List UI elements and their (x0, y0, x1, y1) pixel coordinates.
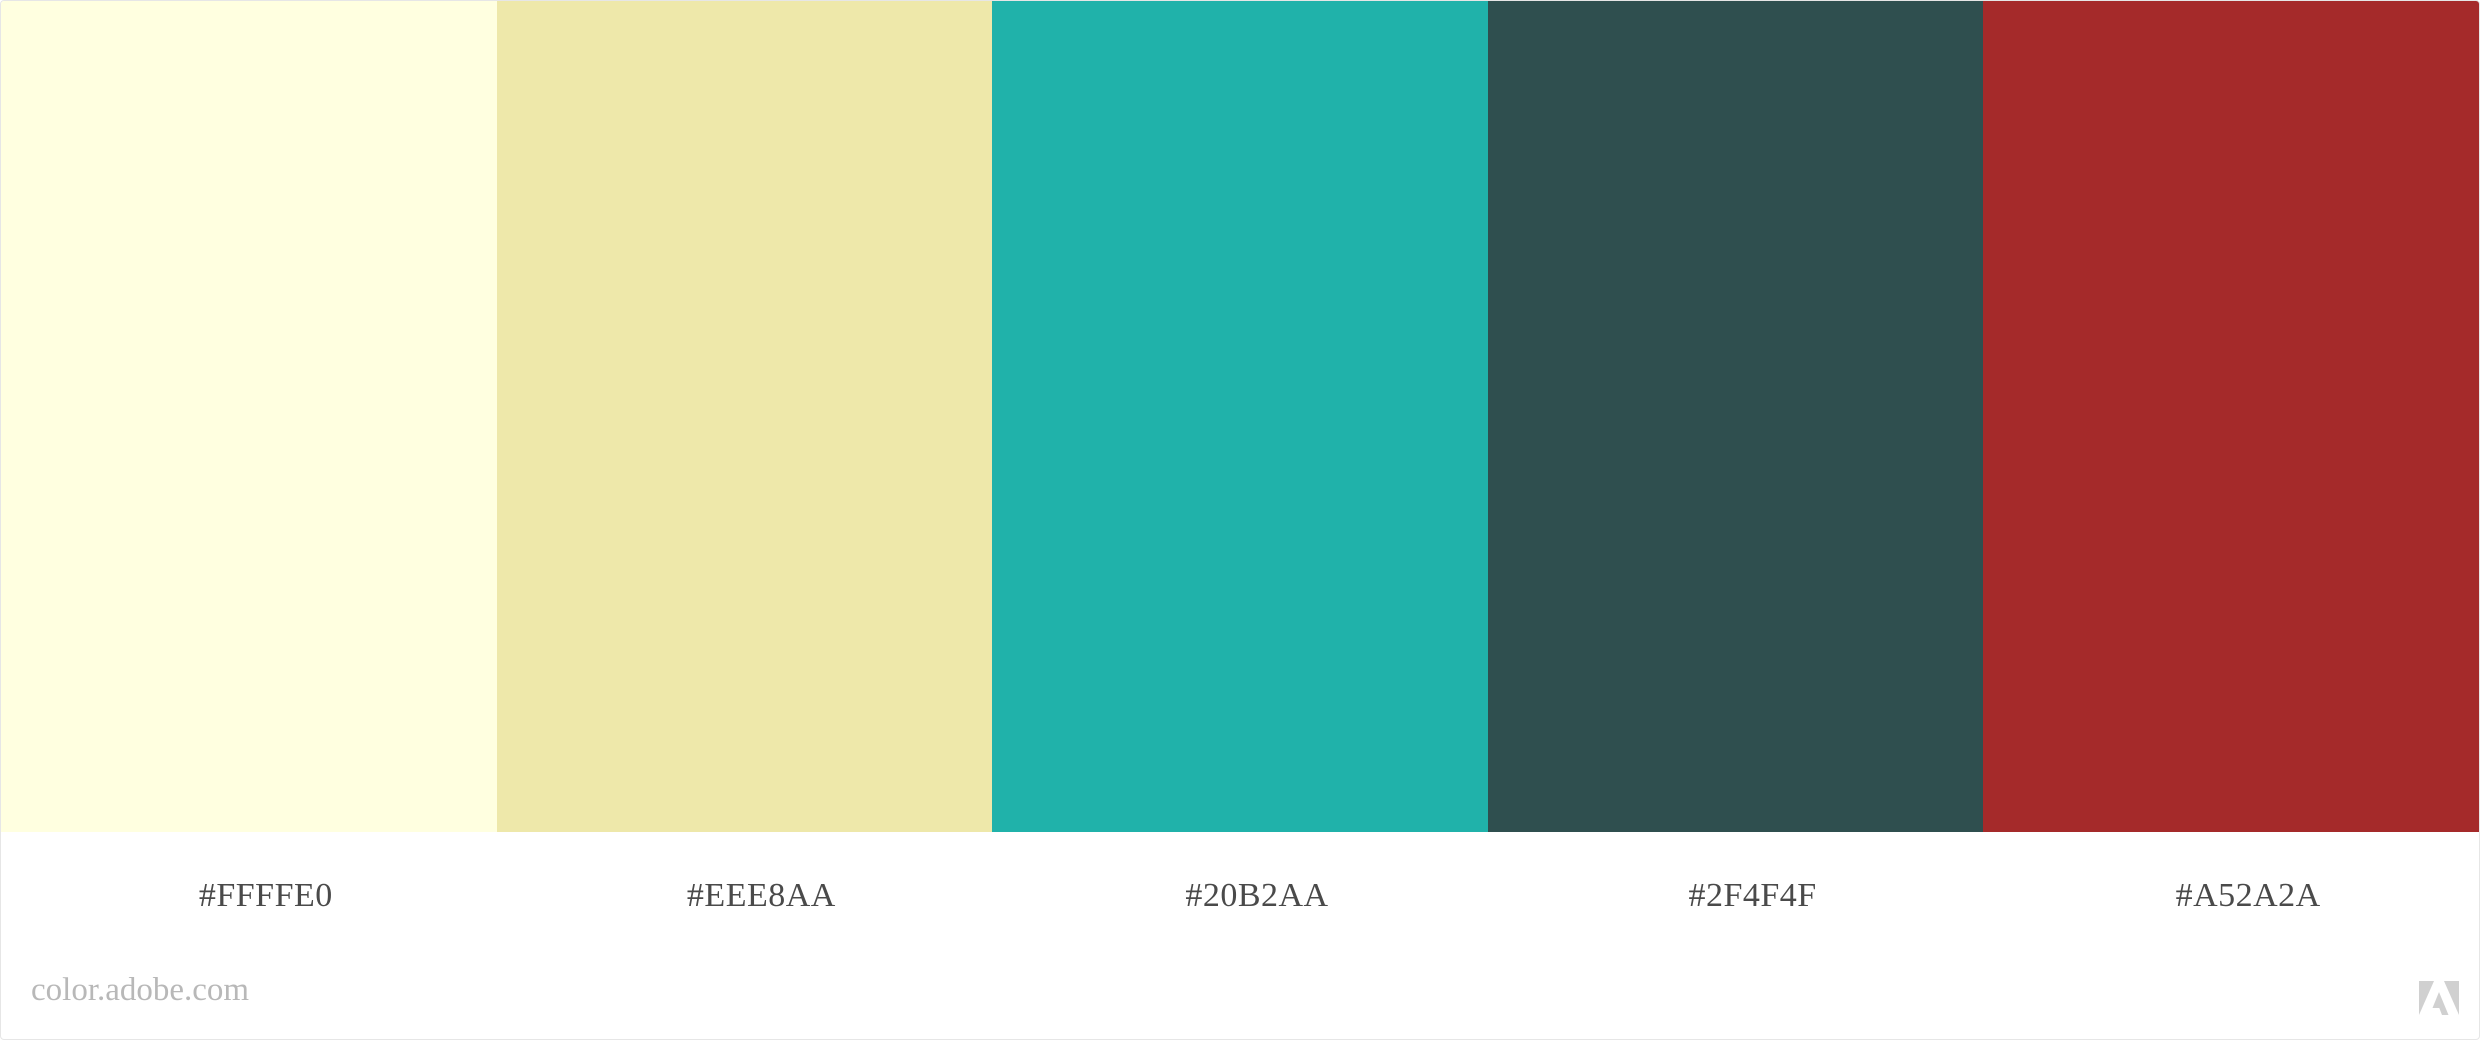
hex-code-label: #FFFFE0 (198, 877, 333, 914)
hex-label-row: #FFFFE0 #EEE8AA #20B2AA #2F4F4F #A52A2A (1, 832, 2479, 962)
hex-code-label: #EEE8AA (686, 877, 836, 914)
color-swatch[interactable] (1983, 1, 2479, 832)
color-swatch[interactable] (1, 1, 497, 832)
hex-code-label: #20B2AA (1185, 877, 1329, 914)
palette-card: #FFFFE0 #EEE8AA #20B2AA #2F4F4F #A52A2A … (0, 0, 2480, 1040)
color-swatch[interactable] (496, 1, 993, 832)
adobe-logo-icon (2419, 981, 2459, 1015)
color-swatch[interactable] (992, 1, 1488, 832)
hex-code-label: #A52A2A (2175, 877, 2321, 914)
hex-code-label: #2F4F4F (1688, 877, 1817, 914)
site-url: color.adobe.com (31, 972, 250, 1008)
swatch-row (1, 1, 2479, 832)
color-swatch[interactable] (1487, 1, 1984, 832)
